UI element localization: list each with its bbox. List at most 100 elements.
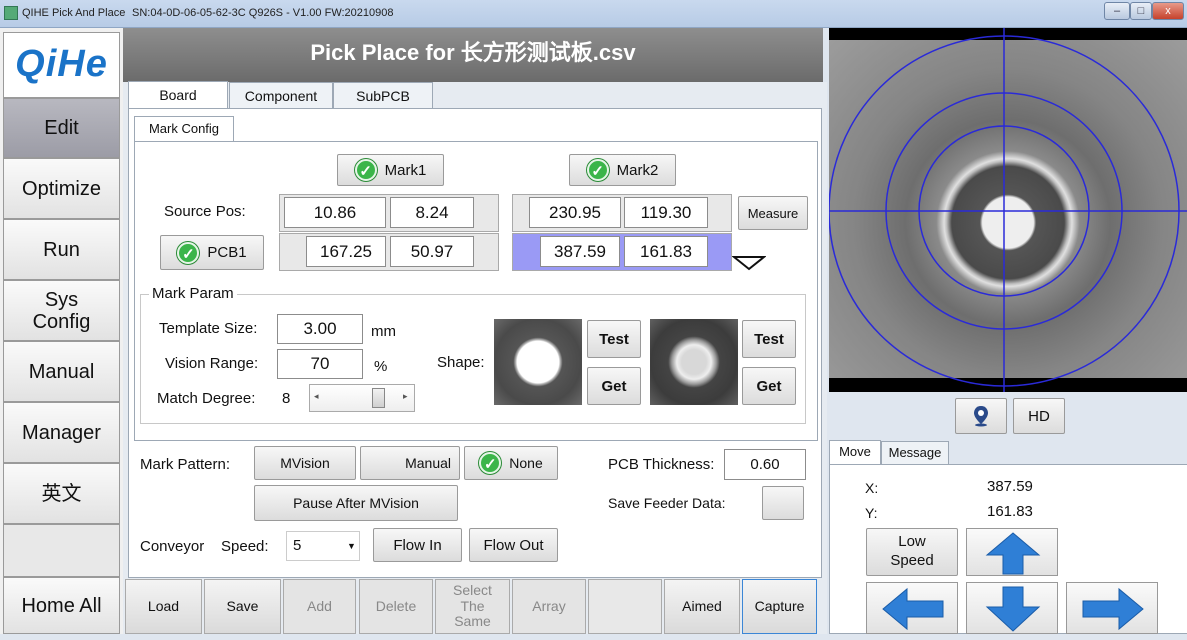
tab-component[interactable]: Component — [229, 82, 333, 110]
pcb-thickness-label: PCB Thickness: — [608, 456, 715, 473]
flow-in-button[interactable]: Flow In — [373, 528, 462, 562]
minimize-button[interactable]: – — [1104, 2, 1130, 20]
maximize-button[interactable]: □ — [1130, 2, 1152, 20]
tab-mark-config[interactable]: Mark Config — [134, 116, 234, 142]
mvision-button[interactable]: MVision — [254, 446, 356, 480]
app-icon — [4, 6, 18, 20]
match-degree-label: Match Degree: — [157, 390, 256, 407]
logo-text: QiHe — [15, 43, 108, 86]
template-size-unit: mm — [371, 323, 396, 340]
template-size-input[interactable]: 3.00 — [277, 314, 363, 344]
mark1-source-y[interactable]: 8.24 — [390, 197, 474, 228]
template-size-label: Template Size: — [159, 320, 258, 337]
close-button[interactable]: x — [1152, 2, 1184, 20]
mark1-source-x[interactable]: 10.86 — [284, 197, 386, 228]
sidebar-item-manual[interactable]: Manual — [3, 341, 120, 402]
slider-left-icon[interactable]: ◂ — [314, 391, 319, 402]
tab-board[interactable]: Board — [128, 81, 228, 109]
match-degree-value: 8 — [282, 390, 291, 407]
mark2-source-x[interactable]: 230.95 — [529, 197, 621, 228]
get-button-1[interactable]: Get — [587, 367, 641, 405]
x-label: X: — [865, 480, 879, 496]
flow-out-button[interactable]: Flow Out — [469, 528, 558, 562]
shape-label: Shape: — [437, 354, 485, 371]
pcb-thickness-input[interactable]: 0.60 — [724, 449, 806, 480]
match-degree-slider[interactable]: ◂ ▸ — [309, 384, 415, 412]
x-value: 387.59 — [987, 478, 1033, 495]
window-title: QIHE Pick And Place — [22, 7, 126, 19]
tab-move[interactable]: Move — [829, 440, 881, 465]
mark1-label: Mark1 — [384, 161, 427, 179]
manual-button[interactable]: Manual — [360, 446, 460, 480]
speed-value: 5 — [293, 537, 302, 554]
mark1-pcb-x[interactable]: 167.25 — [306, 236, 386, 267]
tab-message[interactable]: Message — [881, 441, 949, 465]
chevron-down-icon[interactable]: ▼ — [347, 541, 356, 551]
crosshair — [829, 28, 1187, 392]
arrow-up-icon — [985, 532, 1041, 575]
mark1-pcb-y[interactable]: 50.97 — [390, 236, 474, 267]
none-label: None — [509, 455, 543, 471]
tab-subpcb[interactable]: SubPCB — [333, 82, 433, 110]
none-button[interactable]: ✓ None — [464, 446, 558, 480]
pause-after-mvision-button[interactable]: Pause After MVision — [254, 485, 458, 521]
move-right-button[interactable] — [1066, 582, 1158, 634]
save-feeder-label: Save Feeder Data: — [608, 495, 726, 511]
measure-button[interactable]: Measure — [738, 196, 808, 230]
add-button[interactable]: Add — [283, 579, 356, 634]
mark2-pcb-y[interactable]: 161.83 — [624, 236, 708, 267]
device-info: SN:04-0D-06-05-62-3C Q926S - V1.00 FW:20… — [132, 7, 394, 19]
save-button[interactable]: Save — [204, 579, 281, 634]
test-button-1[interactable]: Test — [587, 320, 641, 358]
sidebar-item-optimize[interactable]: Optimize — [3, 158, 120, 219]
vision-range-unit: % — [374, 358, 388, 375]
mark1-button[interactable]: ✓ Mark1 — [337, 154, 444, 186]
move-left-button[interactable] — [866, 582, 958, 634]
aimed-button[interactable]: Aimed — [664, 579, 740, 634]
speed-select[interactable]: 5 ▼ — [286, 531, 360, 561]
load-button[interactable]: Load — [125, 579, 202, 634]
sidebar-item-run[interactable]: Run — [3, 219, 120, 280]
mark2-pcb-x[interactable]: 387.59 — [540, 236, 620, 267]
sidebar-item-language[interactable]: 英文 — [3, 463, 120, 524]
camera-view[interactable] — [829, 28, 1187, 392]
location-pin-button[interactable] — [955, 398, 1007, 434]
home-all-button[interactable]: Home All — [3, 577, 120, 634]
sidebar-item-manager[interactable]: Manager — [3, 402, 120, 463]
mark-param-title: Mark Param — [149, 285, 237, 302]
mark2-label: Mark2 — [616, 161, 659, 179]
arrow-right-icon — [1082, 587, 1144, 631]
y-value: 161.83 — [987, 503, 1033, 520]
select-same-button[interactable]: Select The Same — [435, 579, 510, 634]
mark2-source-y[interactable]: 119.30 — [624, 197, 708, 228]
hd-button[interactable]: HD — [1013, 398, 1065, 434]
mark-pattern-label: Mark Pattern: — [140, 456, 231, 473]
sidebar-item-edit[interactable]: Edit — [3, 98, 120, 158]
vision-range-input[interactable]: 70 — [277, 349, 363, 379]
dropdown-triangle-icon[interactable] — [732, 255, 766, 271]
delete-button[interactable]: Delete — [359, 579, 433, 634]
slider-right-icon[interactable]: ▸ — [403, 391, 408, 402]
sidebar-item-sys-config[interactable]: Sys Config — [3, 280, 120, 341]
sidebar-item-empty — [3, 524, 120, 577]
speed-label: Speed: — [221, 538, 269, 555]
check-icon: ✓ — [177, 241, 200, 264]
get-button-2[interactable]: Get — [742, 367, 796, 405]
check-icon: ✓ — [354, 159, 377, 181]
array-button[interactable]: Array — [512, 579, 586, 634]
mark2-button[interactable]: ✓ Mark2 — [569, 154, 676, 186]
capture-button[interactable]: Capture — [742, 579, 817, 634]
page-title: Pick Place for 长方形测试板.csv — [123, 28, 823, 82]
sidebar: QiHe Edit Optimize Run Sys Config Manual… — [0, 28, 123, 634]
slider-thumb[interactable] — [372, 388, 385, 408]
pcb1-button[interactable]: ✓ PCB1 — [160, 235, 264, 270]
low-speed-button[interactable]: Low Speed — [866, 528, 958, 576]
title-bar: QIHE Pick And Place SN:04-0D-06-05-62-3C… — [0, 0, 1187, 28]
y-label: Y: — [865, 505, 878, 521]
check-icon: ✓ — [479, 452, 502, 474]
move-down-button[interactable] — [966, 582, 1058, 634]
save-feeder-checkbox[interactable] — [762, 486, 804, 520]
test-button-2[interactable]: Test — [742, 320, 796, 358]
move-up-button[interactable] — [966, 528, 1058, 576]
arrow-left-icon — [882, 587, 944, 631]
